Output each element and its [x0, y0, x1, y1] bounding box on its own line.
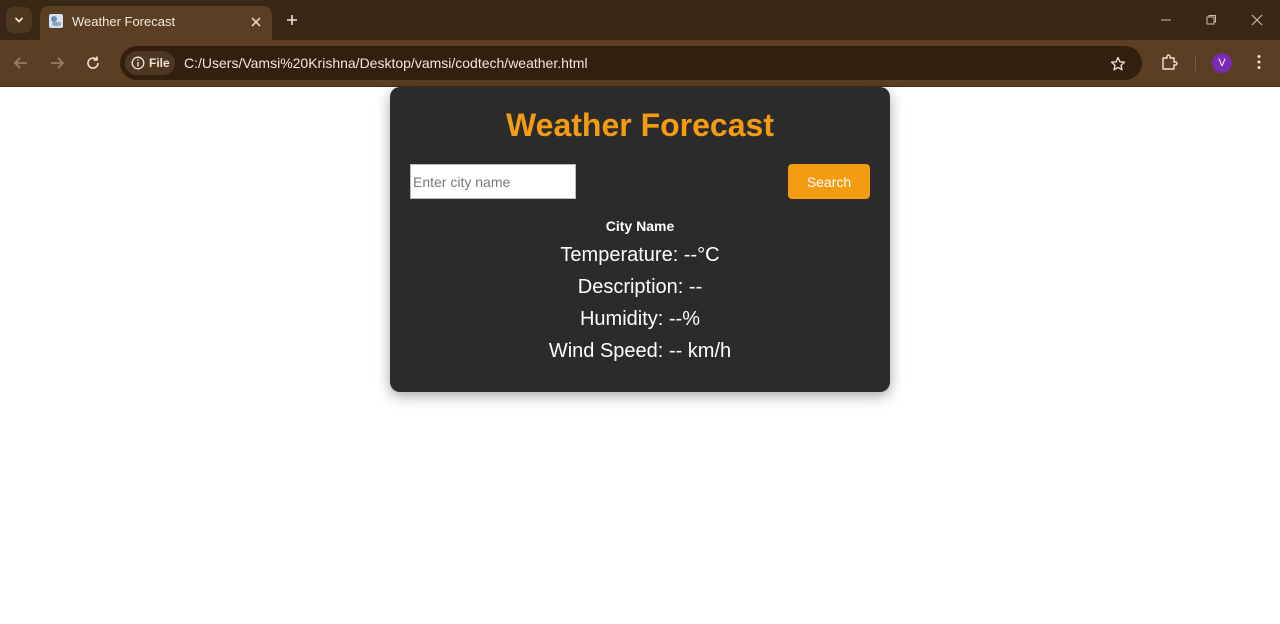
close-icon: [251, 17, 261, 27]
puzzle-icon: [1162, 54, 1178, 70]
page-title: Weather Forecast: [506, 107, 774, 143]
restore-icon: [1206, 15, 1216, 25]
tab-title: Weather Forecast: [72, 14, 176, 29]
tab-close-button[interactable]: [246, 12, 266, 32]
extensions-button[interactable]: [1157, 50, 1181, 74]
address-bar[interactable]: File C:/Users/Vamsi%20Krishna/Desktop/va…: [120, 46, 1142, 80]
file-chip-label: File: [149, 56, 170, 70]
browser-tab-active[interactable]: Weather Forecast: [40, 6, 272, 40]
bookmark-button[interactable]: [1106, 52, 1130, 76]
temperature-text: Temperature: --°C: [560, 244, 720, 266]
browser-menu-button[interactable]: [1247, 50, 1271, 74]
reload-button[interactable]: [80, 50, 106, 76]
restore-button[interactable]: [1199, 8, 1223, 32]
minimize-icon: [1161, 19, 1171, 21]
browser-toolbar: File C:/Users/Vamsi%20Krishna/Desktop/va…: [0, 40, 1280, 87]
profile-avatar[interactable]: V: [1212, 53, 1232, 73]
city-name-label: City Name: [605, 218, 675, 234]
tab-strip: Weather Forecast: [0, 0, 1280, 40]
new-tab-button[interactable]: [280, 8, 304, 32]
weather-favicon-icon: [49, 14, 63, 28]
chevron-down-icon: [15, 17, 23, 23]
arrow-right-icon: [51, 57, 65, 69]
reload-icon: [87, 56, 99, 69]
more-vertical-icon: [1257, 55, 1261, 69]
site-info-chip[interactable]: File: [125, 51, 175, 75]
url-text: C:/Users/Vamsi%20Krishna/Desktop/vamsi/c…: [184, 55, 588, 71]
description-text: Description: --: [577, 276, 703, 298]
wind-speed-text: Wind Speed: -- km/h: [548, 340, 732, 362]
toolbar-divider: [1195, 55, 1196, 71]
forward-button[interactable]: [44, 50, 70, 76]
arrow-left-icon: [13, 57, 27, 69]
info-icon: [131, 56, 145, 70]
tab-search-button[interactable]: [6, 7, 32, 33]
plus-icon: [287, 15, 297, 25]
star-icon: [1110, 56, 1126, 71]
humidity-text: Humidity: --%: [579, 308, 700, 330]
close-icon: [1251, 14, 1263, 26]
minimize-button[interactable]: [1154, 8, 1178, 32]
search-button[interactable]: Search: [788, 164, 870, 199]
weather-card: Weather Forecast Search City Name Temper…: [390, 87, 890, 392]
back-button[interactable]: [8, 50, 34, 76]
close-window-button[interactable]: [1245, 8, 1269, 32]
city-search-input[interactable]: [410, 164, 576, 199]
